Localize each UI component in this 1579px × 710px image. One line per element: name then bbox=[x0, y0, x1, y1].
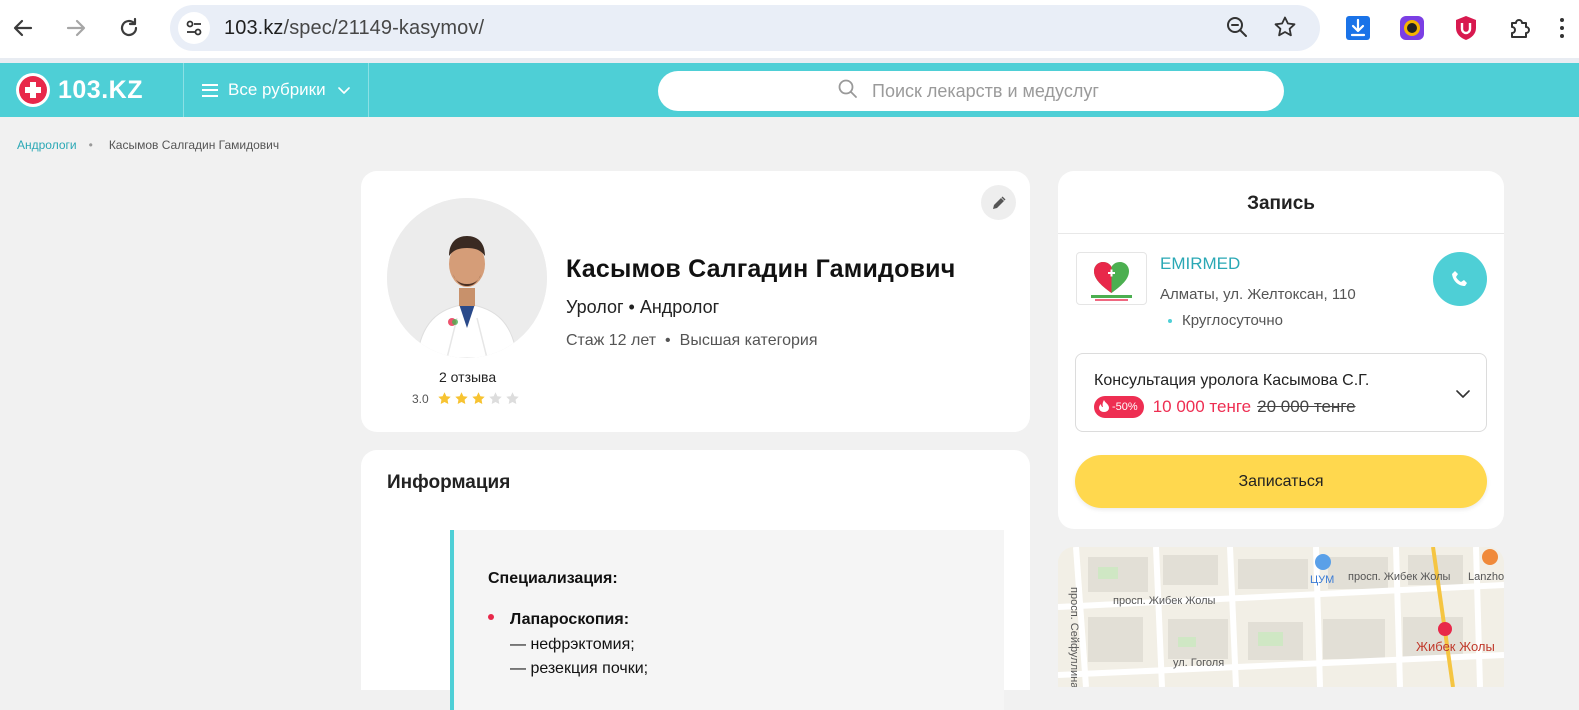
doctor-profile-card: Касымов Салгадин Гамидович Уролог • Андр… bbox=[361, 171, 1030, 432]
pencil-icon bbox=[992, 196, 1005, 209]
specialization-label: Специализация: bbox=[488, 570, 618, 587]
phone-icon bbox=[1452, 271, 1467, 286]
star-filled-icon bbox=[472, 392, 485, 404]
price-row: -50% 10 000 тенге 20 000 тенге bbox=[1094, 396, 1356, 418]
download-icon[interactable] bbox=[1342, 12, 1374, 44]
rating: 3.0 bbox=[412, 391, 522, 406]
back-icon[interactable] bbox=[8, 13, 38, 43]
reviews-count-link[interactable]: 2 отзыва bbox=[439, 369, 496, 385]
color-picker-extension-icon[interactable] bbox=[1396, 12, 1428, 44]
map-metro-label: Жибек Жолы bbox=[1416, 639, 1495, 654]
list-bullet bbox=[488, 614, 494, 620]
map-street-label: просп. Жибек Жолы bbox=[1348, 571, 1451, 583]
breadcrumb-separator: • bbox=[88, 138, 93, 152]
browser-toolbar: 103.kz/spec/21149-kasymov/ bbox=[0, 0, 1579, 58]
star-filled-icon bbox=[455, 392, 468, 404]
chevron-down-icon bbox=[1456, 386, 1470, 404]
doctor-experience: Стаж 12 лет bbox=[566, 332, 657, 349]
breadcrumb-link-andrologists[interactable]: Андрологи bbox=[17, 138, 77, 152]
doctor-meta: Стаж 12 лет • Высшая категория bbox=[566, 332, 817, 350]
map-street-label: просп. Жибек Жолы bbox=[1113, 595, 1216, 607]
star-empty-icon bbox=[489, 392, 502, 404]
forward-icon[interactable] bbox=[61, 13, 91, 43]
star-empty-icon bbox=[506, 392, 519, 404]
search-placeholder: Поиск лекарств и медуслуг bbox=[872, 80, 1099, 101]
rating-value: 3.0 bbox=[412, 391, 429, 406]
doctor-name: Касымов Салгадин Гамидович bbox=[566, 255, 956, 283]
map-poi-label: ЦУМ bbox=[1310, 574, 1335, 586]
procedure-item: — нефрэктомия; bbox=[510, 636, 635, 653]
procedure-title: Лапароскопия: bbox=[510, 611, 630, 628]
search-input[interactable]: Поиск лекарств и медуслуг bbox=[658, 71, 1284, 111]
address-bar[interactable]: 103.kz/spec/21149-kasymov/ bbox=[170, 5, 1320, 51]
doctor-specialties: Уролог • Андролог bbox=[566, 297, 720, 317]
service-select[interactable]: Консультация уролога Касымова С.Г. -50% … bbox=[1075, 353, 1487, 432]
price-old: 20 000 тенге bbox=[1257, 397, 1356, 416]
procedure-item: — резекция почки; bbox=[510, 660, 649, 677]
bookmark-star-icon[interactable] bbox=[1273, 15, 1297, 44]
booking-title: Запись bbox=[1247, 193, 1315, 214]
doctor-category: Высшая категория bbox=[679, 332, 818, 349]
ublock-extension-icon[interactable] bbox=[1450, 12, 1482, 44]
rating-stars bbox=[437, 391, 522, 406]
clinic-name-link[interactable]: EMIRMED bbox=[1160, 254, 1240, 274]
site-header: 103.KZ Все рубрики Поиск лекарств и меду… bbox=[0, 63, 1579, 117]
reload-icon[interactable] bbox=[114, 13, 144, 43]
site-logo[interactable]: 103.KZ bbox=[16, 73, 143, 107]
rubrics-label: Все рубрики bbox=[228, 80, 326, 99]
url-host: 103.kz bbox=[224, 17, 284, 39]
book-appointment-button[interactable]: Записаться bbox=[1075, 455, 1487, 508]
call-button[interactable] bbox=[1433, 252, 1487, 306]
extensions-puzzle-icon[interactable] bbox=[1504, 12, 1536, 44]
booking-card: Запись EMIRMED Алматы, ул. Желтоксан, 11… bbox=[1058, 171, 1504, 529]
site-settings-icon[interactable] bbox=[178, 12, 210, 44]
breadcrumb: Андрологи • Касымов Салгадин Гамидович bbox=[17, 138, 279, 152]
zoom-out-icon[interactable] bbox=[1225, 15, 1249, 44]
information-card: Информация Специализация: Лапароскопия: … bbox=[361, 450, 1030, 710]
discount-badge: -50% bbox=[1094, 396, 1144, 418]
map-street-label: ул. Гоголя bbox=[1173, 657, 1225, 669]
doctor-avatar bbox=[387, 198, 547, 358]
clinic-map[interactable]: просп. Жибек Жолы просп. Жибек Жолы ЦУМ … bbox=[1058, 547, 1504, 687]
all-rubrics-menu[interactable]: Все рубрики bbox=[183, 63, 369, 117]
map-street-label: просп. Сейфуллина bbox=[1068, 587, 1080, 687]
star-filled-icon bbox=[438, 392, 451, 404]
service-name: Консультация уролога Касымова С.Г. bbox=[1094, 372, 1370, 389]
edit-button[interactable] bbox=[981, 185, 1016, 220]
booking-divider bbox=[1058, 233, 1504, 234]
information-title: Информация bbox=[387, 472, 511, 493]
search-icon bbox=[838, 79, 858, 104]
url-text: 103.kz/spec/21149-kasymov/ bbox=[224, 17, 484, 40]
url-path: /spec/21149-kasymov/ bbox=[283, 17, 485, 39]
open-status-dot bbox=[1168, 318, 1172, 323]
clinic-hours: Круглосуточно bbox=[1168, 312, 1283, 329]
clinic-logo[interactable] bbox=[1076, 252, 1147, 305]
clinic-hours-text: Круглосуточно bbox=[1182, 312, 1283, 329]
flame-icon bbox=[1099, 399, 1109, 415]
medical-cross-icon bbox=[16, 73, 50, 107]
map-poi-label: Lanzhou bbox=[1468, 571, 1504, 583]
clinic-address: Алматы, ул. Желтоксан, 110 bbox=[1160, 286, 1356, 303]
chevron-down-icon bbox=[337, 80, 350, 100]
hamburger-icon bbox=[202, 83, 218, 97]
price-new: 10 000 тенге bbox=[1152, 397, 1252, 416]
discount-badge-text: -50% bbox=[1112, 401, 1138, 413]
breadcrumb-current: Касымов Салгадин Гамидович bbox=[108, 138, 280, 152]
information-quote-box: Специализация: Лапароскопия: — нефрэктом… bbox=[450, 530, 1004, 710]
meta-separator: • bbox=[665, 332, 671, 349]
logo-text: 103.KZ bbox=[58, 75, 143, 104]
browser-menu-icon[interactable] bbox=[1552, 12, 1572, 44]
